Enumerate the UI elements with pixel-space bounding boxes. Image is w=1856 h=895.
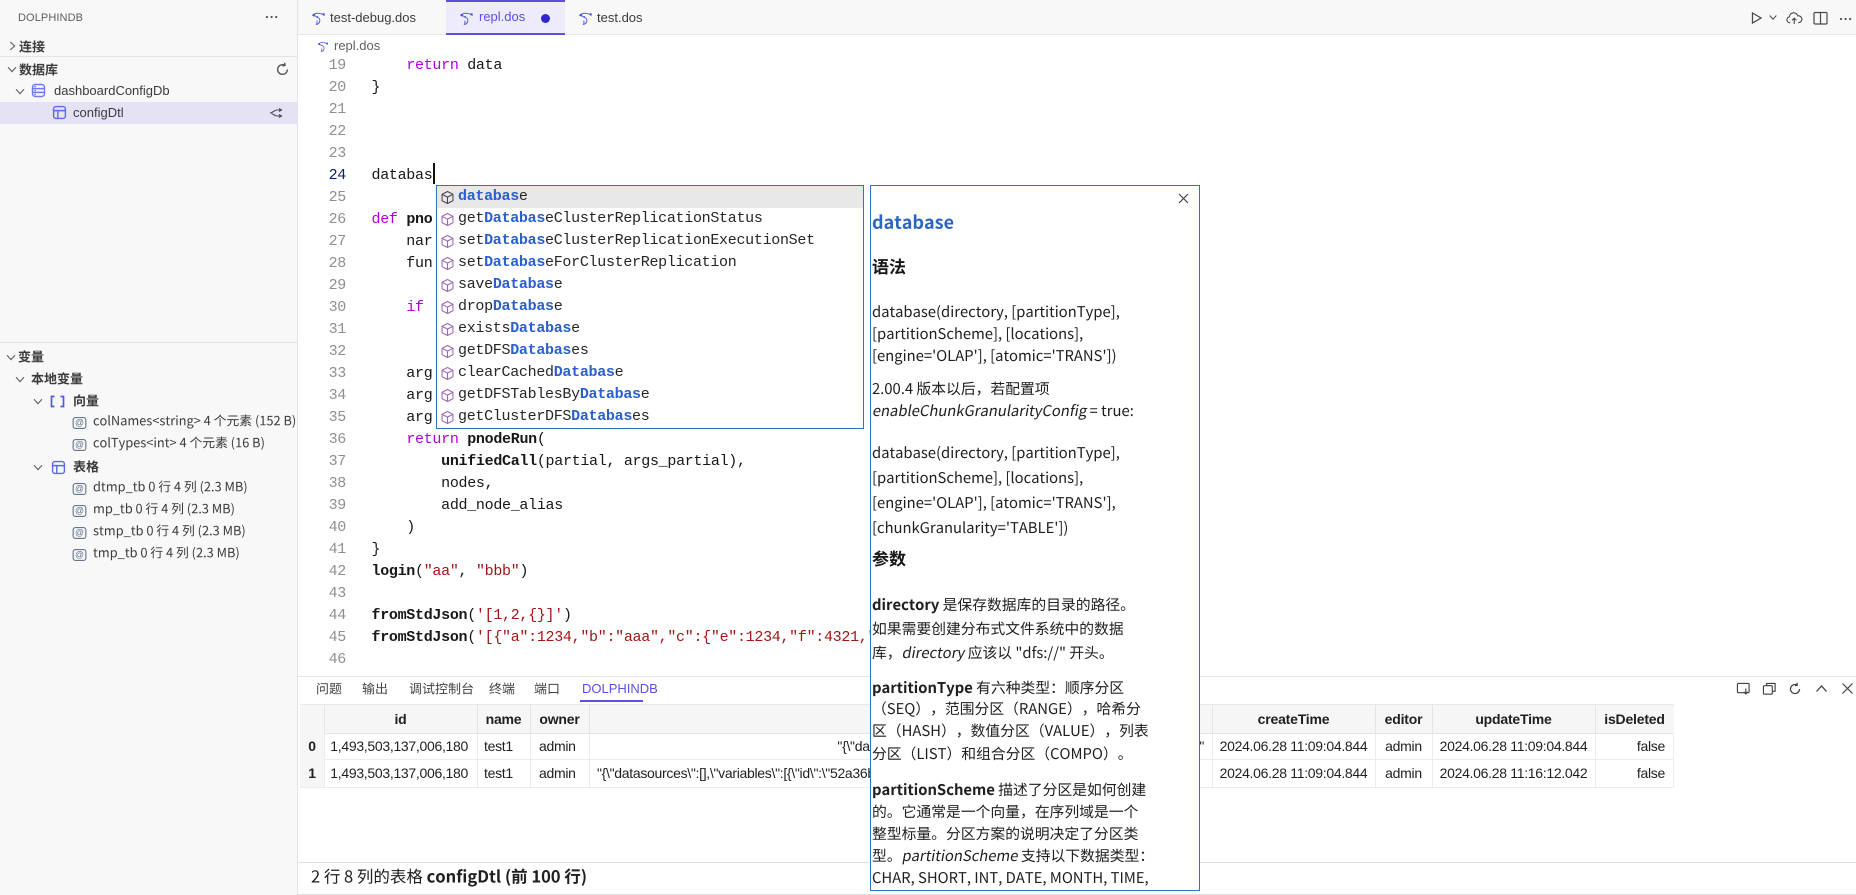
svg-text:@: @ [75,440,84,450]
svg-text:@: @ [75,528,84,538]
svg-text:@: @ [75,484,84,494]
svg-text:@: @ [75,506,84,516]
svg-text:@: @ [75,418,84,428]
svg-text:@: @ [75,550,84,560]
